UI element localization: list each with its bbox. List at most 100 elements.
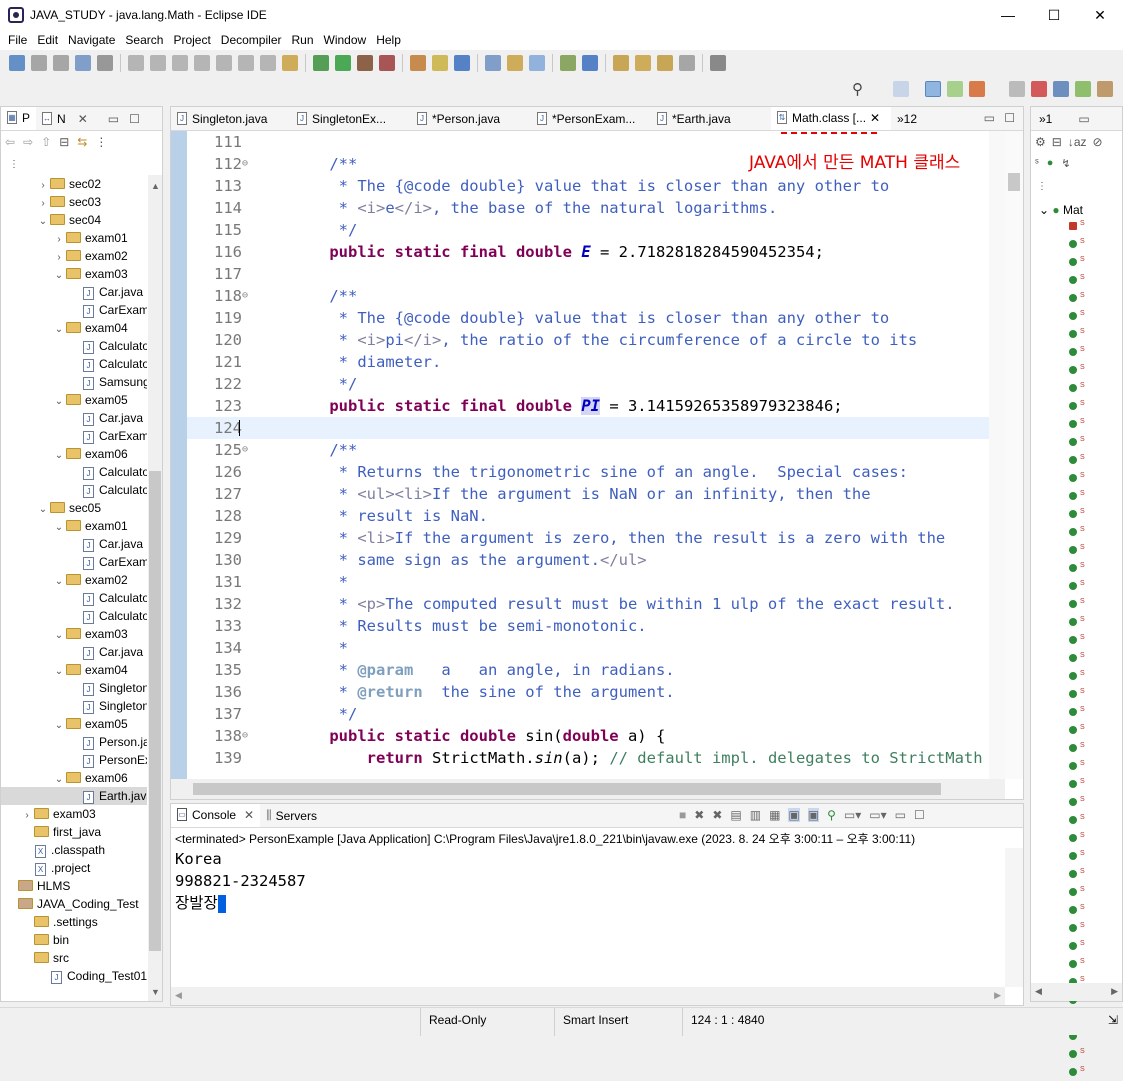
tree-scrollbar[interactable]: ▲ ▼ <box>148 175 162 1001</box>
prev-annotation-icon[interactable] <box>635 55 651 71</box>
outline-member[interactable]: S <box>1069 523 1085 541</box>
tree-item[interactable]: ⌄ exam05 <box>1 715 147 733</box>
suspend-icon[interactable] <box>150 55 166 71</box>
editor-tab[interactable]: J SingletonEx... <box>291 107 411 130</box>
collapsed-icon[interactable]: › <box>53 249 65 265</box>
fold-icon[interactable]: ⊖ <box>242 725 248 747</box>
outline-member[interactable]: S <box>1069 1045 1085 1063</box>
fold-icon[interactable]: ⊖ <box>242 439 248 461</box>
outline-member[interactable]: S <box>1069 667 1085 685</box>
maximize-button[interactable]: ☐ <box>1031 0 1077 30</box>
outline-member[interactable]: S <box>1069 847 1085 865</box>
outline-member[interactable]: S <box>1069 379 1085 397</box>
outline-member[interactable]: S <box>1069 757 1085 775</box>
outline-member[interactable]: S <box>1069 955 1085 973</box>
tree-item[interactable]: › exam01 <box>1 229 147 247</box>
tree-item[interactable]: J CarExamp <box>1 301 147 319</box>
back-icon[interactable] <box>657 55 673 71</box>
tree-item[interactable]: ⌄ exam03 <box>1 625 147 643</box>
view-icon-2[interactable] <box>1053 81 1069 97</box>
pin-console-icon[interactable]: ⚲ <box>827 808 836 822</box>
status-progress-icon[interactable]: ⇲ <box>1100 1008 1118 1036</box>
editor-vscrollbar[interactable] <box>1005 131 1023 779</box>
expanded-icon[interactable]: ⌄ <box>53 519 65 535</box>
new-package-icon[interactable] <box>432 55 448 71</box>
outline-member[interactable]: S <box>1069 469 1085 487</box>
expanded-icon[interactable]: ⌄ <box>53 447 65 463</box>
tree-item[interactable]: › exam02 <box>1 247 147 265</box>
tree-item[interactable]: J Calculator <box>1 589 147 607</box>
expanded-icon[interactable]: ⌄ <box>53 321 65 337</box>
outline-member[interactable]: S <box>1069 433 1085 451</box>
new-java-project-icon[interactable] <box>410 55 426 71</box>
editor-tab[interactable]: ⇅ Math.class [... ✕ <box>771 107 891 130</box>
outline-member[interactable]: S <box>1069 325 1085 343</box>
close-icon[interactable]: ✕ <box>870 111 880 125</box>
outline-member[interactable]: S <box>1069 901 1085 919</box>
tree-item[interactable]: X .classpath <box>1 841 147 859</box>
tab-console[interactable]: ▭ Console ✕ <box>171 804 261 827</box>
save-icon[interactable] <box>31 55 47 71</box>
next-annotation-icon[interactable] <box>613 55 629 71</box>
outline-member[interactable]: S <box>1069 559 1085 577</box>
view-icon-1[interactable] <box>1031 81 1047 97</box>
tree-item[interactable]: ⌄ exam04 <box>1 661 147 679</box>
open-perspective-icon[interactable] <box>893 81 909 97</box>
tab-navigator[interactable]: ↔ N <box>36 107 72 130</box>
code-editor[interactable]: 111 112 ⊖ /** 113 * The {@code double} valu… <box>187 131 989 779</box>
outline-member[interactable]: S <box>1069 703 1085 721</box>
disconnect-icon[interactable] <box>194 55 210 71</box>
outline-member[interactable]: S <box>1069 829 1085 847</box>
tree-item[interactable]: J Singleton. <box>1 679 147 697</box>
editor-minimize-icon[interactable]: ▭ <box>984 111 995 125</box>
java-perspective-icon[interactable] <box>925 81 941 97</box>
debug-icon[interactable] <box>313 55 329 71</box>
menu-icon[interactable]: ⋮ <box>95 135 107 153</box>
run-icon[interactable] <box>335 55 351 71</box>
outline-member[interactable]: S <box>1069 649 1085 667</box>
outline-member[interactable]: S <box>1069 505 1085 523</box>
scroll-lock-icon[interactable]: ▥ <box>750 808 761 822</box>
close-button[interactable]: ✕ <box>1077 0 1123 30</box>
editor-tab[interactable]: J *Person.java <box>411 107 531 130</box>
tree-item[interactable]: › exam03 <box>1 805 147 823</box>
expanded-icon[interactable]: ⌄ <box>53 267 65 283</box>
external-tools-icon[interactable] <box>379 55 395 71</box>
collapse-all-icon[interactable]: ⊟ <box>59 135 69 153</box>
menu-project[interactable]: Project <box>168 33 215 47</box>
link-editor-icon[interactable]: ⇆ <box>77 135 87 153</box>
outline-member[interactable]: S <box>1069 541 1085 559</box>
editor-tab[interactable]: J *PersonExam... <box>531 107 651 130</box>
tree-item[interactable]: J Calculator <box>1 607 147 625</box>
tree-item[interactable]: J PersonExa <box>1 751 147 769</box>
console-vscrollbar[interactable] <box>1005 848 1023 987</box>
focus-icon[interactable]: ⚙ <box>1035 135 1046 149</box>
menu-decompiler[interactable]: Decompiler <box>216 33 287 47</box>
editor-tab[interactable]: »12 <box>891 107 923 130</box>
word-wrap-icon[interactable]: ▦ <box>769 808 780 822</box>
tree-item[interactable]: J Car.java <box>1 643 147 661</box>
web-browser-icon[interactable] <box>560 55 576 71</box>
hide-fields-icon[interactable]: ⊘ <box>1093 135 1103 149</box>
open-type-icon[interactable] <box>75 55 91 71</box>
tree-item[interactable]: J Calculator <box>1 481 147 499</box>
editor-hscroll-thumb[interactable] <box>193 783 941 795</box>
collapsed-icon[interactable]: › <box>21 807 33 823</box>
display-console-icon[interactable]: ▭▾ <box>844 808 861 822</box>
tree-item[interactable]: .settings <box>1 913 147 931</box>
outline-member[interactable]: S <box>1069 361 1085 379</box>
tree-item[interactable]: › sec03 <box>1 193 147 211</box>
tree-item[interactable]: J Calculator <box>1 355 147 373</box>
tree-item[interactable]: bin <box>1 931 147 949</box>
console-hscrollbar[interactable]: ◀ ▶ <box>171 987 1005 1005</box>
tree-item[interactable]: J Car.java <box>1 283 147 301</box>
search-icon[interactable]: ⚲ <box>852 80 863 98</box>
tree-item[interactable]: J Calculator <box>1 337 147 355</box>
outline-member[interactable]: S <box>1069 271 1085 289</box>
clear-console-icon[interactable]: ▤ <box>730 808 741 822</box>
menu-window[interactable]: Window <box>319 33 372 47</box>
maximize-view-icon[interactable]: ☐ <box>129 112 140 126</box>
restore-icon[interactable] <box>1009 81 1025 97</box>
tree-item[interactable]: X .project <box>1 859 147 877</box>
tree-item[interactable]: J Car.java <box>1 535 147 553</box>
